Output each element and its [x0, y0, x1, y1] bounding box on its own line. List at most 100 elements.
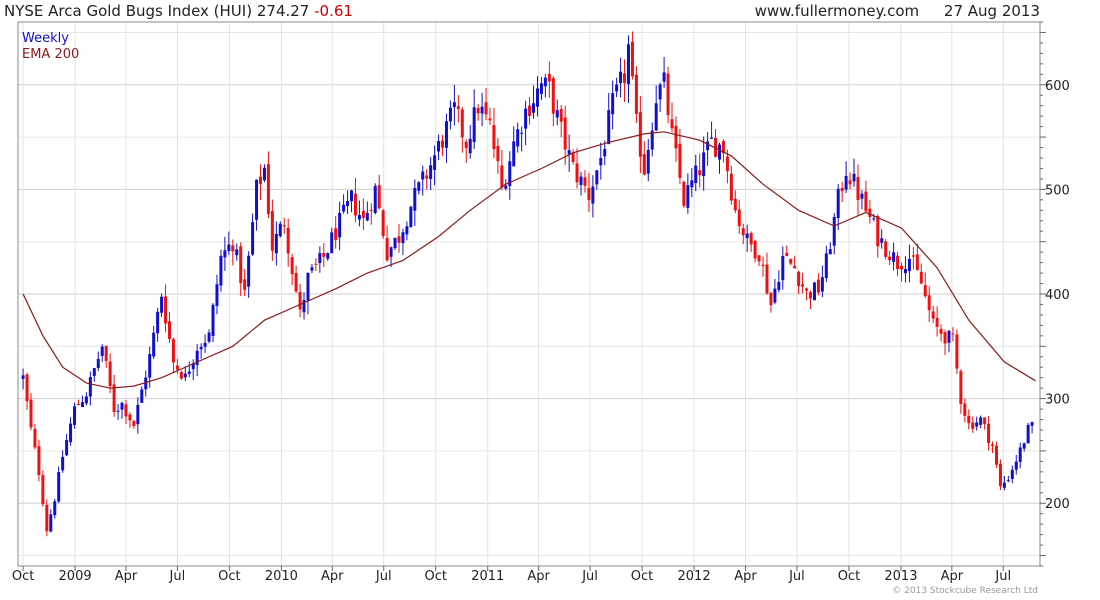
candle-body: [757, 255, 761, 262]
candle-body: [595, 170, 599, 185]
candle-body: [991, 444, 995, 446]
candle-body: [468, 138, 472, 154]
x-tick-label: 2010: [265, 569, 298, 584]
candle-body: [1006, 480, 1010, 482]
candle-body: [219, 255, 223, 286]
candle-body: [987, 423, 991, 444]
candle-body: [658, 84, 662, 100]
candle-body: [824, 253, 828, 279]
candle-body: [591, 186, 595, 204]
candle-body: [215, 284, 219, 306]
candle-body: [947, 330, 951, 343]
candle-body: [935, 317, 939, 327]
candle-body: [247, 255, 251, 287]
candle-body: [365, 213, 369, 221]
x-tick-label: 2013: [884, 569, 917, 584]
candle-body: [274, 233, 278, 254]
candle-body: [53, 501, 57, 516]
candle-body: [227, 244, 231, 252]
candle-body: [654, 103, 658, 131]
candle-body: [108, 361, 112, 386]
candle-body: [92, 368, 96, 376]
candle-body: [943, 332, 947, 344]
candle-body: [524, 108, 528, 129]
x-tick-label: Jul: [994, 569, 1011, 584]
candle-body: [619, 71, 623, 84]
y-tick-label: 500: [1045, 183, 1070, 198]
candle-body: [607, 110, 611, 145]
candle-body: [318, 253, 322, 264]
candle-body: [634, 74, 638, 114]
candle-body: [769, 292, 773, 306]
candle-body: [535, 88, 539, 107]
candle-body: [164, 296, 168, 324]
candle-body: [745, 233, 749, 239]
candle-body: [223, 250, 227, 258]
candle-body: [773, 288, 777, 303]
candle-body: [678, 143, 682, 178]
candle-body: [710, 137, 714, 139]
x-tick-label: Jul: [788, 569, 805, 584]
candle-body: [559, 108, 563, 122]
candle-body: [492, 125, 496, 149]
candle-body: [543, 77, 547, 87]
candle-body: [971, 422, 975, 429]
x-tick-label: Jul: [375, 569, 392, 584]
candle-body: [429, 165, 433, 180]
candle-body: [939, 328, 943, 334]
candle-body: [828, 249, 832, 255]
candle-body: [156, 311, 160, 334]
candle-body: [1026, 424, 1030, 444]
candle-body: [1014, 461, 1018, 470]
candle-body: [642, 154, 646, 175]
candle-body: [381, 210, 385, 237]
candle-body: [460, 109, 464, 138]
candle-body: [342, 204, 346, 212]
candle-body: [496, 145, 500, 162]
candle-body: [907, 259, 911, 272]
candle-body: [239, 246, 243, 284]
candle-body: [686, 185, 690, 208]
x-tick-label: Jul: [169, 569, 186, 584]
candle-body: [175, 365, 179, 370]
candle-body: [915, 254, 919, 271]
candle-body: [104, 345, 108, 361]
candle-body: [872, 218, 876, 220]
candle-body: [1018, 447, 1022, 462]
candle-body: [737, 209, 741, 227]
candle-body: [876, 216, 880, 247]
candle-body: [413, 187, 417, 211]
candle-body: [753, 240, 757, 259]
candle-body: [187, 371, 191, 374]
candle-body: [896, 255, 900, 270]
candle-body: [338, 212, 342, 238]
candle-body: [1022, 443, 1026, 449]
candle-body: [441, 140, 445, 148]
x-tick-label: 2011: [471, 569, 504, 584]
candle-body: [579, 176, 583, 185]
candle-body: [456, 106, 460, 110]
x-tick-label: Apr: [115, 569, 138, 584]
candle-body: [840, 187, 844, 192]
candle-body: [361, 210, 365, 218]
candle-body: [49, 514, 53, 532]
candle-body: [290, 257, 294, 275]
y-tick-label: 200: [1045, 497, 1070, 512]
candle-body: [844, 175, 848, 190]
candle-body: [729, 173, 733, 201]
candle-body: [76, 403, 80, 405]
candle-body: [421, 171, 425, 180]
candle-body: [785, 252, 789, 256]
candle-body: [583, 177, 587, 186]
candle-body: [231, 245, 235, 252]
candle-body: [179, 371, 183, 379]
candle-body: [385, 237, 389, 261]
candle-body: [448, 107, 452, 122]
candle-body: [626, 44, 630, 85]
candle-body: [346, 201, 350, 207]
candle-body: [741, 228, 745, 236]
candle-body: [357, 215, 361, 220]
candle-body: [599, 158, 603, 166]
candle-body: [500, 165, 504, 188]
legend-weekly: Weekly: [22, 31, 69, 46]
